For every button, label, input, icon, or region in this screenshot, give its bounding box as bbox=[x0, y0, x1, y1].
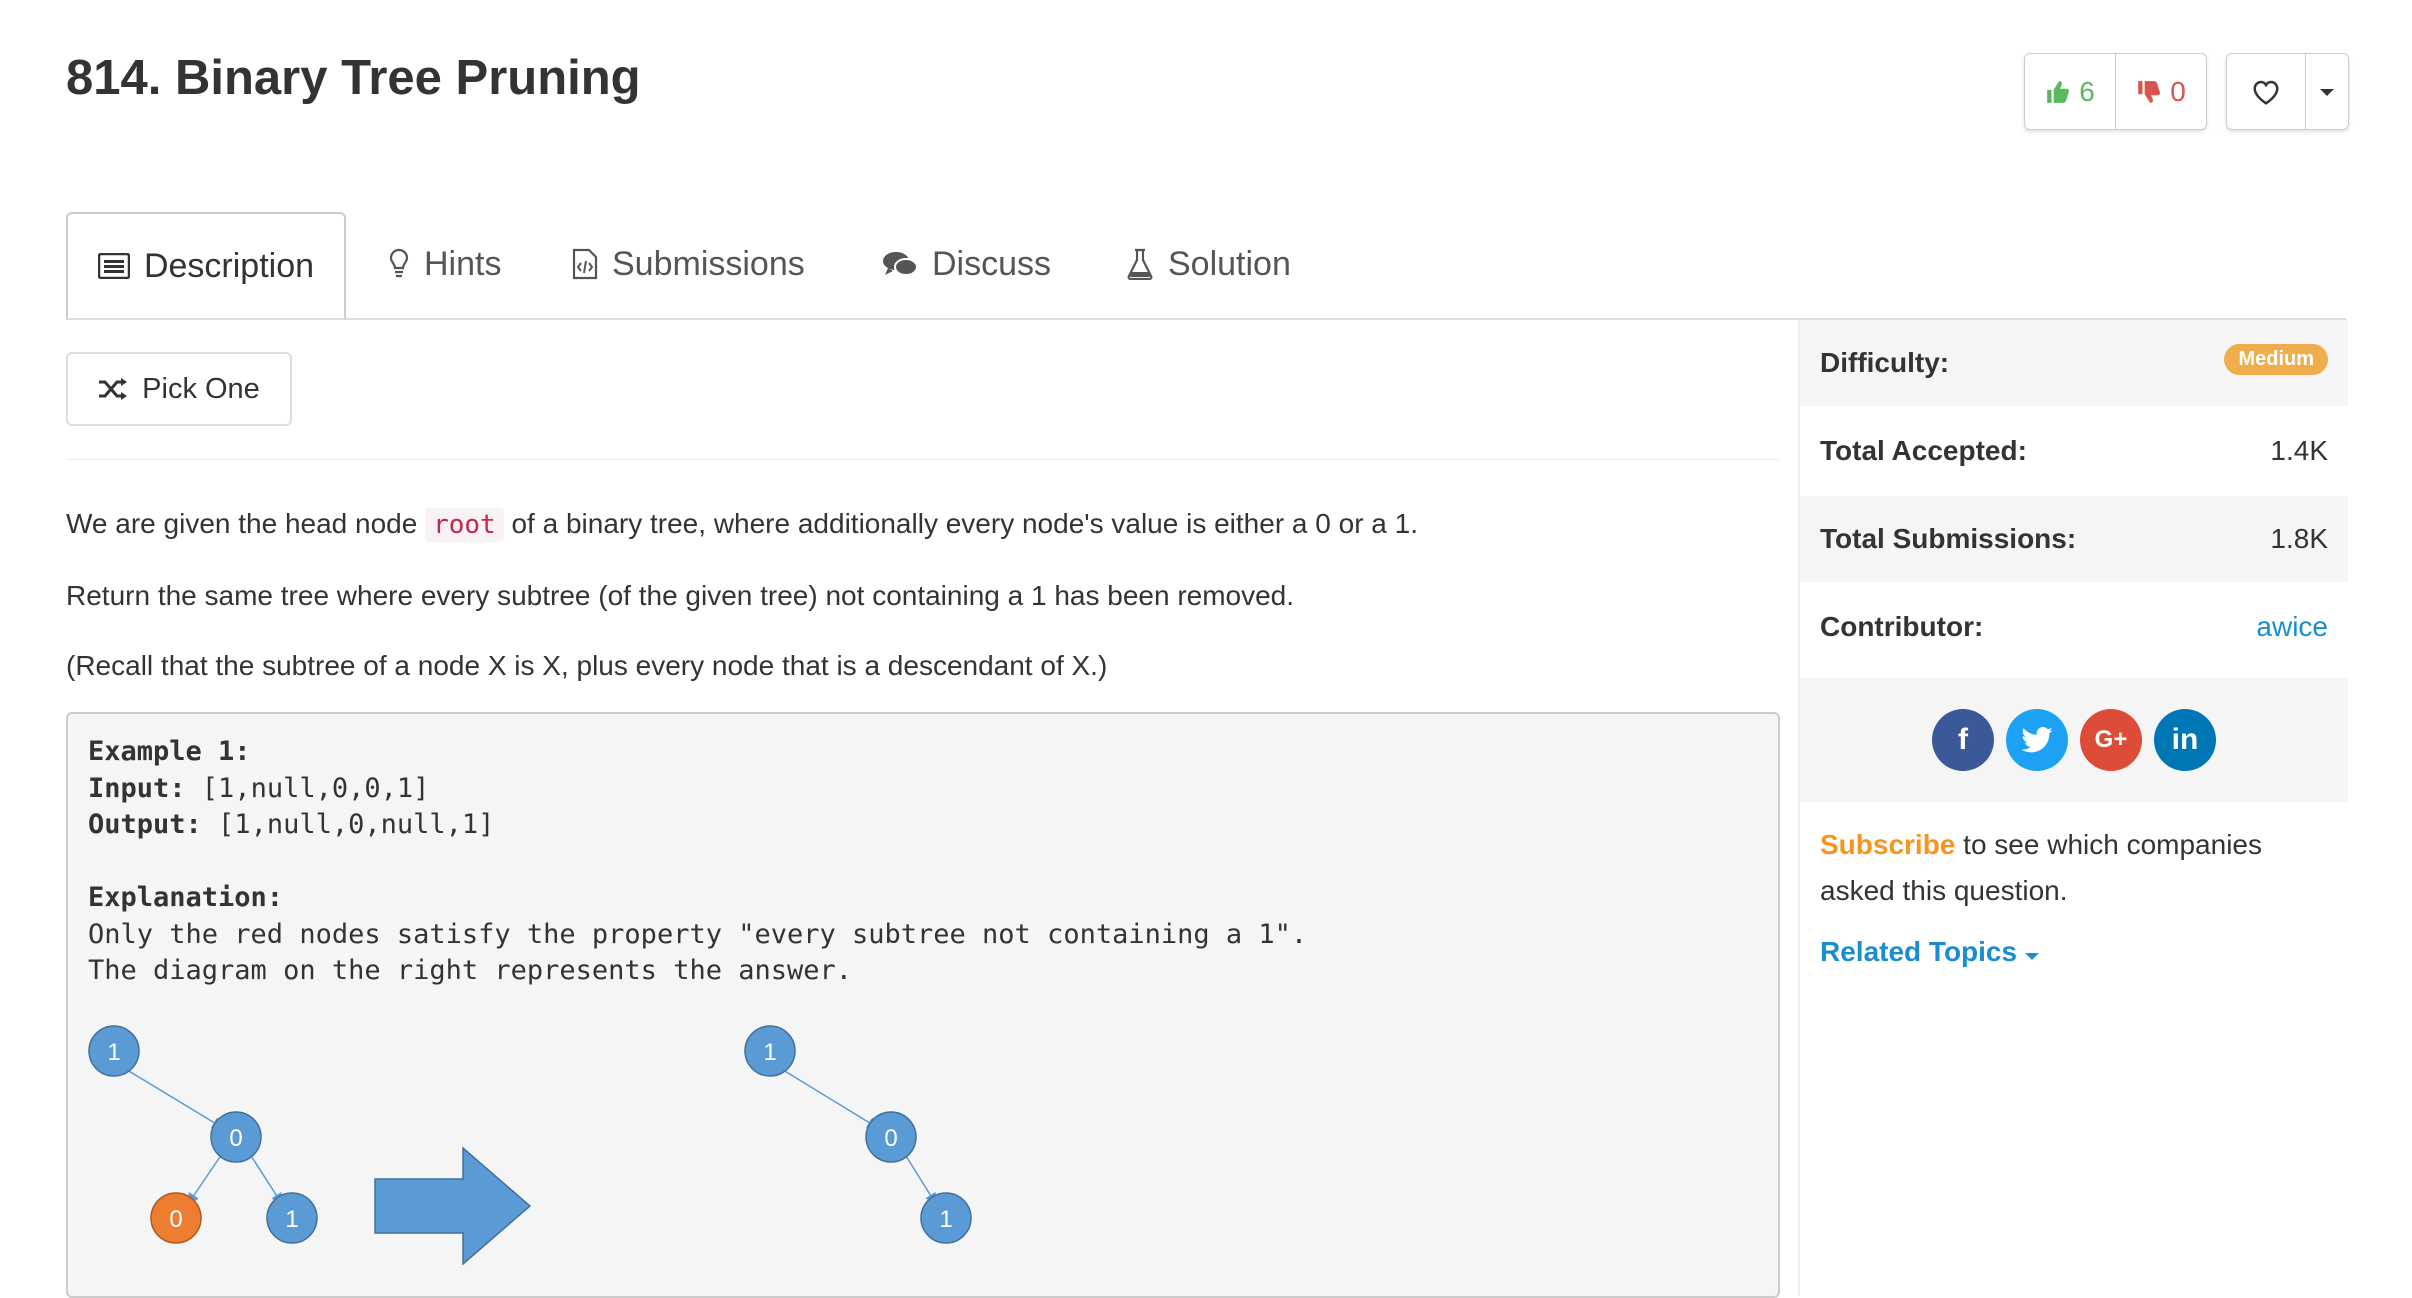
shuffle-icon bbox=[99, 378, 128, 400]
list-icon bbox=[97, 253, 130, 279]
accepted-value: 1.4K bbox=[2270, 435, 2328, 466]
related-topics-toggle[interactable]: Related Topics bbox=[1820, 936, 2039, 968]
heart-icon bbox=[2253, 80, 2279, 105]
tree-node-pruned: 0 bbox=[150, 1192, 202, 1244]
downvote-count: 0 bbox=[2170, 75, 2186, 107]
tree-node: 1 bbox=[744, 1025, 796, 1077]
description-paragraph-2: Return the same tree where every subtree… bbox=[66, 580, 1295, 611]
difficulty-badge: Medium bbox=[2224, 344, 2328, 375]
node-value: 1 bbox=[285, 1206, 298, 1233]
tab-label: Discuss bbox=[932, 244, 1052, 283]
tree-node: 1 bbox=[266, 1192, 318, 1244]
tab-label: Hints bbox=[424, 244, 502, 283]
description-paragraph-1: We are given the head node root of a bin… bbox=[66, 508, 1419, 542]
linkedin-icon: in bbox=[2171, 723, 2199, 756]
tab-solution[interactable]: Solution bbox=[1126, 212, 1291, 316]
node-value: 0 bbox=[884, 1125, 897, 1152]
submissions-value: 1.8K bbox=[2270, 523, 2328, 554]
flask-icon bbox=[1127, 248, 1153, 280]
tree-node: 0 bbox=[865, 1111, 917, 1163]
caret-down-icon bbox=[2320, 88, 2334, 96]
node-value: 1 bbox=[763, 1039, 776, 1066]
favorite-button[interactable] bbox=[2227, 54, 2305, 129]
tab-label: Submissions bbox=[612, 244, 805, 283]
tab-discuss[interactable]: Discuss bbox=[882, 212, 1051, 316]
difficulty-row: Difficulty: Medium bbox=[1800, 320, 2348, 406]
text: of a binary tree, where additionally eve… bbox=[503, 508, 1419, 539]
accepted-row: Total Accepted: 1.4K bbox=[1800, 408, 2348, 494]
lightbulb-icon bbox=[389, 248, 409, 278]
upvote-button[interactable]: 6 bbox=[2025, 54, 2115, 129]
downvote-button[interactable]: 0 bbox=[2115, 54, 2206, 129]
tab-description[interactable]: Description bbox=[66, 212, 346, 318]
explanation-label: Explanation: bbox=[88, 882, 284, 913]
tab-submissions[interactable]: Submissions bbox=[572, 212, 805, 316]
explanation-line-1: Only the red nodes satisfy the property … bbox=[88, 918, 1308, 950]
tab-label: Description bbox=[143, 246, 315, 285]
linkedin-share-button[interactable]: in bbox=[2154, 709, 2216, 771]
divider bbox=[66, 459, 1780, 460]
sidebar: Difficulty: Medium Total Accepted: 1.4K … bbox=[1798, 320, 2348, 1296]
vote-group: 6 0 bbox=[2024, 53, 2207, 130]
subscribe-text: Subscribe to see which companies asked t… bbox=[1820, 822, 2320, 914]
node-value: 0 bbox=[229, 1125, 242, 1152]
pick-one-label: Pick One bbox=[142, 372, 260, 405]
input-label: Input: bbox=[88, 772, 186, 804]
explanation-line-2: The diagram on the right represents the … bbox=[88, 955, 853, 986]
tree-diagram: 1 0 0 1 1 0 1 bbox=[88, 1025, 972, 1266]
example-pre: Example 1: Input: [1,null,0,0,1] Output:… bbox=[88, 734, 1307, 990]
twitter-share-button[interactable]: t bbox=[2006, 709, 2068, 771]
tab-bar: Description Hints Submissions Discuss So… bbox=[66, 212, 2346, 320]
google-plus-icon: G+ bbox=[2094, 726, 2128, 753]
favorite-group bbox=[2226, 53, 2349, 130]
description-paragraph-3: (Recall that the subtree of a node X is … bbox=[66, 650, 1108, 681]
transform-arrow-icon bbox=[374, 1146, 532, 1266]
related-topics-label: Related Topics bbox=[1820, 936, 2018, 967]
tree-edge bbox=[113, 1061, 225, 1129]
contributor-label: Contributor: bbox=[1820, 611, 1984, 642]
example-block: Example 1: Input: [1,null,0,0,1] Output:… bbox=[66, 712, 1780, 1298]
subscribe-link[interactable]: Subscribe bbox=[1820, 829, 1955, 860]
tree-node: 0 bbox=[210, 1111, 262, 1163]
contributor-link[interactable]: awice bbox=[2256, 611, 2328, 643]
upvote-count: 6 bbox=[2079, 75, 2095, 107]
output-label: Output: bbox=[88, 809, 202, 840]
accepted-label: Total Accepted: bbox=[1820, 435, 2027, 466]
twitter-icon bbox=[2021, 727, 2053, 753]
inline-code-root: root bbox=[425, 508, 504, 542]
tab-label: Solution bbox=[1168, 244, 1291, 283]
thumbs-down-icon bbox=[2138, 80, 2161, 103]
output-value: [1,null,0,null,1] bbox=[201, 809, 495, 840]
thumbs-up-icon bbox=[2047, 80, 2070, 103]
facebook-icon: f bbox=[1958, 723, 1968, 756]
social-share-bar: f t G+ in bbox=[1800, 678, 2348, 802]
difficulty-label: Difficulty: bbox=[1820, 347, 1950, 378]
text: We are given the head node bbox=[66, 508, 426, 539]
tree-edge bbox=[769, 1061, 880, 1129]
example-heading: Example 1: bbox=[88, 736, 251, 767]
comments-icon bbox=[883, 252, 918, 276]
facebook-share-button[interactable]: f bbox=[1932, 709, 1994, 771]
google-plus-share-button[interactable]: G+ bbox=[2080, 709, 2142, 771]
tree-node: 1 bbox=[920, 1192, 972, 1244]
tree-node: 1 bbox=[88, 1025, 140, 1077]
code-file-icon bbox=[572, 248, 598, 280]
page-title: 814. Binary Tree Pruning bbox=[66, 51, 641, 105]
pick-one-button[interactable]: Pick One bbox=[66, 352, 292, 426]
caret-down-icon bbox=[2024, 953, 2039, 960]
node-value: 0 bbox=[169, 1206, 182, 1233]
contributor-row: Contributor: awice bbox=[1800, 584, 2348, 670]
node-value: 1 bbox=[107, 1039, 120, 1066]
input-value: [1,null,0,0,1] bbox=[185, 772, 430, 804]
tab-hints[interactable]: Hints bbox=[388, 212, 501, 316]
node-value: 1 bbox=[939, 1206, 952, 1233]
submissions-label: Total Submissions: bbox=[1820, 523, 2077, 554]
submissions-row: Total Submissions: 1.8K bbox=[1800, 496, 2348, 582]
favorite-dropdown-button[interactable] bbox=[2305, 54, 2348, 129]
